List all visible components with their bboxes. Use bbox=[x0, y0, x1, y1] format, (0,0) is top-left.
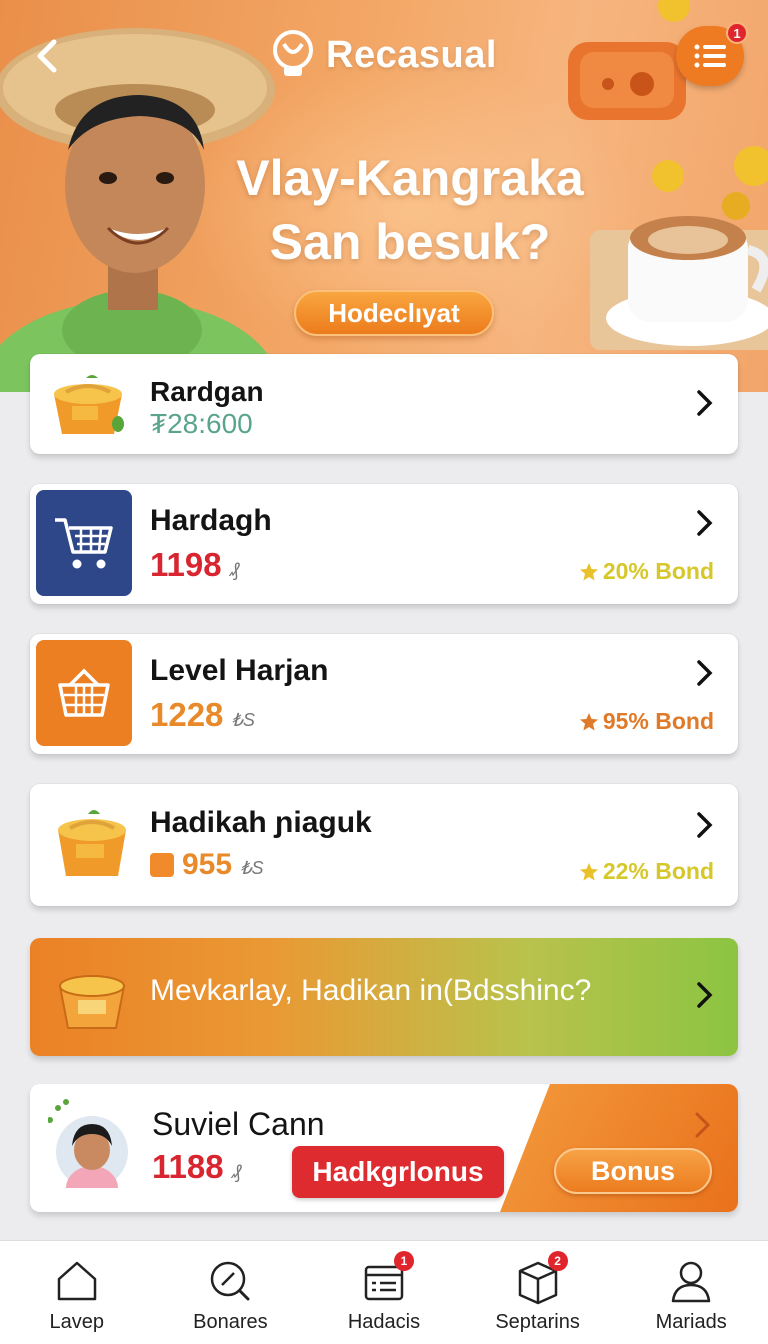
card-unit: ₺S bbox=[240, 858, 264, 878]
brand-logo-icon bbox=[273, 30, 313, 76]
hero-title-line1: Vlay-Kangraka bbox=[236, 150, 584, 206]
basket-icon bbox=[58, 668, 110, 717]
coupon-icon bbox=[150, 853, 174, 877]
star-icon bbox=[579, 712, 598, 730]
card-price: 955 bbox=[182, 848, 233, 881]
user-card[interactable]: Suviel Cann 1188 ₰ Hadkgrlonus Bonus bbox=[30, 1084, 738, 1212]
nav-badge: 1 bbox=[393, 1251, 414, 1271]
card-price-row: 1228 ₺S bbox=[150, 696, 255, 734]
back-icon[interactable] bbox=[28, 34, 68, 78]
chevron-right-icon bbox=[697, 390, 713, 416]
basket-tile bbox=[36, 640, 132, 746]
bond-text: 20% Bond bbox=[602, 558, 714, 584]
product-card-level-harjan[interactable]: Level Harjan 1228 ₺S 95% Bond bbox=[30, 634, 738, 754]
chevron-right-icon bbox=[697, 510, 713, 536]
nav-item-lavep[interactable]: Lavep bbox=[2, 1241, 152, 1344]
bond-text: 22% Bond bbox=[602, 858, 714, 884]
card-price-row: 955 ₺S bbox=[150, 848, 264, 882]
noodle-box-icon bbox=[58, 975, 126, 1029]
menu-button[interactable]: 1 bbox=[676, 22, 748, 86]
nav-item-hadacis[interactable]: 1 Hadacis bbox=[309, 1241, 459, 1344]
home-icon bbox=[57, 1261, 97, 1301]
shopping-cart-icon bbox=[55, 518, 113, 569]
nav-item-septarins[interactable]: 2 Septarins bbox=[463, 1241, 613, 1344]
bottom-nav: Lavep Bonares 1 Hadacis 2 Septarins Mari… bbox=[0, 1240, 768, 1344]
bonus-button[interactable]: Bonus bbox=[554, 1148, 712, 1194]
card-unit: ₺S bbox=[231, 710, 255, 730]
chevron-right-icon bbox=[697, 982, 713, 1008]
card-price: ₮28:600 bbox=[150, 408, 253, 439]
card-title: Rardgan bbox=[150, 376, 264, 407]
menu-badge: 1 bbox=[726, 22, 748, 44]
nav-label: Mariads bbox=[655, 1311, 727, 1333]
avatar bbox=[48, 1099, 128, 1188]
nav-item-mariads[interactable]: Mariads bbox=[616, 1241, 766, 1344]
bond-text: 95% Bond bbox=[602, 708, 714, 734]
hero-title-line2: San besuk? bbox=[269, 214, 551, 270]
user-price-row: 1188 ₰ bbox=[152, 1148, 241, 1186]
nav-label: Hadacis bbox=[347, 1311, 421, 1333]
promo-text: Mevkarlay, Hadikan in(Bdsshinc? bbox=[150, 974, 592, 1007]
user-name: Suviel Cann bbox=[152, 1106, 325, 1142]
card-price: 1228 bbox=[150, 696, 224, 733]
hero-cta-button[interactable]: Hodeclıyat bbox=[294, 290, 494, 336]
nav-icon-wrap: 1 bbox=[360, 1251, 414, 1305]
card-unit: ₰ bbox=[229, 560, 239, 580]
product-card-rardgan[interactable]: Rardgan ₮28:600 bbox=[30, 354, 738, 454]
card-price: 1198 bbox=[150, 546, 222, 583]
chevron-right-icon bbox=[697, 812, 713, 838]
star-icon bbox=[579, 862, 598, 880]
nav-label: Lavep bbox=[49, 1311, 105, 1333]
user-icon bbox=[671, 1261, 711, 1303]
hadkgrlonus-button[interactable]: Hadkgrlonus bbox=[292, 1146, 504, 1198]
nav-badge: 2 bbox=[547, 1251, 568, 1271]
brand: Recasual bbox=[270, 28, 497, 82]
card-title: Hadikah ɲiaguk bbox=[150, 806, 372, 839]
hero-banner: Recasual 1 Vlay-Kangraka San besuk? Hode… bbox=[0, 0, 768, 392]
brand-name: Recasual bbox=[326, 33, 497, 76]
bond-badge: 22% Bond bbox=[579, 858, 714, 885]
card-title: Hardagh bbox=[150, 504, 272, 537]
promo-banner[interactable]: Mevkarlay, Hadikan in(Bdsshinc? bbox=[30, 938, 738, 1056]
nav-label: Septarins bbox=[495, 1311, 580, 1333]
nav-label: Bonares bbox=[193, 1311, 268, 1333]
card-title: Level Harjan bbox=[150, 654, 329, 687]
bond-badge: 20% Bond bbox=[579, 558, 714, 585]
noodle-box-icon bbox=[58, 810, 126, 876]
hero-title: Vlay-Kangraka San besuk? bbox=[200, 146, 620, 274]
user-price: 1188 bbox=[152, 1148, 224, 1185]
product-card-hadikah[interactable]: Hadikah ɲiaguk 955 ₺S 22% Bond bbox=[30, 784, 738, 906]
chevron-right-icon bbox=[697, 660, 713, 686]
nav-icon-wrap: 2 bbox=[514, 1251, 568, 1305]
product-card-hardagh[interactable]: Hardagh 1198 ₰ 20% Bond bbox=[30, 484, 738, 604]
user-unit: ₰ bbox=[231, 1162, 241, 1182]
star-icon bbox=[579, 562, 598, 580]
noodle-box-icon bbox=[54, 375, 124, 434]
nav-item-bonares[interactable]: Bonares bbox=[155, 1241, 305, 1344]
search-icon bbox=[211, 1261, 250, 1301]
card-price-row: ₮28:600 bbox=[150, 408, 253, 440]
list-icon bbox=[694, 44, 726, 68]
cart-tile bbox=[36, 490, 132, 596]
bond-badge: 95% Bond bbox=[579, 708, 714, 735]
chevron-right-icon bbox=[695, 1112, 711, 1138]
card-price-row: 1198 ₰ bbox=[150, 546, 239, 584]
